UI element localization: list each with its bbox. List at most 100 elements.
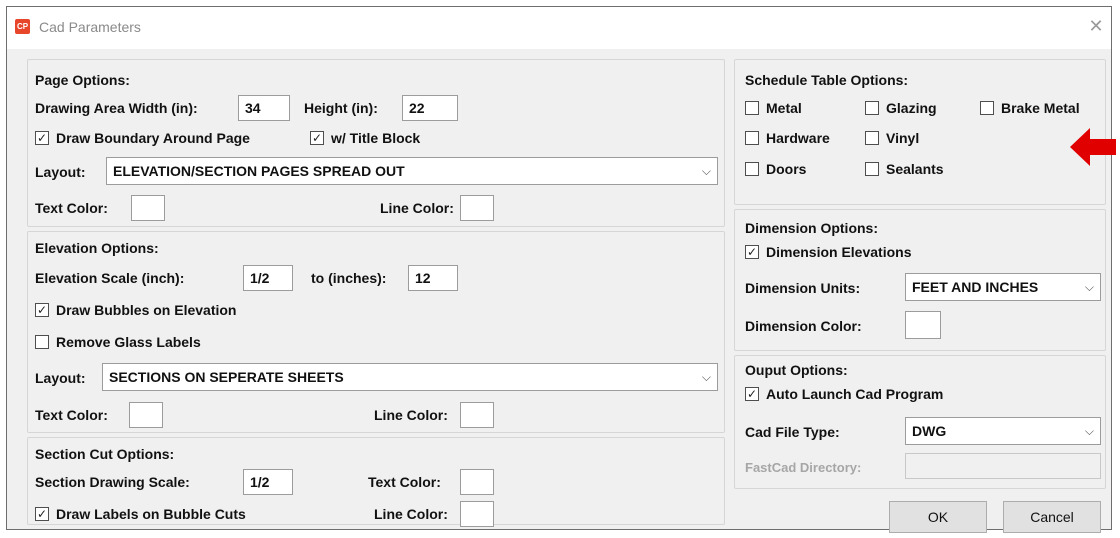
to-inches-input[interactable]: 12	[408, 265, 458, 291]
schedule-vinyl-checkbox[interactable]: Vinyl	[865, 130, 919, 146]
checkbox-box	[745, 162, 759, 176]
schedule-table-options-heading: Schedule Table Options:	[745, 72, 909, 88]
elevation-text-color-label: Text Color:	[35, 407, 108, 423]
cad-file-type-label: Cad File Type:	[745, 424, 840, 440]
section-text-color-label: Text Color:	[368, 474, 441, 490]
checkbox-box: ✓	[35, 303, 49, 317]
drawing-width-input[interactable]: 34	[238, 95, 290, 121]
cad-file-type-select[interactable]: DWG ⌵	[905, 417, 1101, 445]
section-scale-input[interactable]: 1/2	[243, 469, 293, 495]
title-bar: CP Cad Parameters ✕	[7, 7, 1111, 49]
dimension-color-swatch[interactable]	[905, 311, 941, 339]
remove-glass-labels-checkbox[interactable]: Remove Glass Labels	[35, 334, 201, 350]
schedule-vinyl-label: Vinyl	[886, 130, 920, 146]
page-layout-label: Layout:	[35, 164, 86, 180]
checkbox-box	[980, 101, 994, 115]
dimension-elevations-checkbox[interactable]: ✓ Dimension Elevations	[745, 244, 911, 260]
elevation-options-heading: Elevation Options:	[35, 240, 159, 256]
checkbox-box	[865, 162, 879, 176]
chevron-down-icon: ⌵	[701, 164, 711, 178]
draw-labels-bubble-cuts-checkbox[interactable]: ✓ Draw Labels on Bubble Cuts	[35, 506, 246, 522]
schedule-brake-metal-label: Brake Metal	[1001, 100, 1080, 116]
height-label: Height (in):	[304, 100, 378, 116]
page-line-color-label: Line Color:	[380, 200, 454, 216]
page-text-color-swatch[interactable]	[131, 195, 165, 221]
auto-launch-label: Auto Launch Cad Program	[766, 386, 944, 402]
draw-boundary-checkbox[interactable]: ✓ Draw Boundary Around Page	[35, 130, 250, 146]
schedule-sealants-label: Sealants	[886, 161, 944, 177]
schedule-glazing-checkbox[interactable]: Glazing	[865, 100, 937, 116]
schedule-brake-metal-checkbox[interactable]: Brake Metal	[980, 100, 1080, 116]
page-options-group: Page Options: Drawing Area Width (in): 3…	[27, 59, 725, 227]
remove-glass-labels-label: Remove Glass Labels	[56, 334, 201, 350]
checkbox-box	[745, 131, 759, 145]
chevron-down-icon: ⌵	[1084, 280, 1094, 294]
chevron-down-icon: ⌵	[1084, 424, 1094, 438]
dimension-options-group: Dimension Options: ✓ Dimension Elevation…	[734, 209, 1106, 351]
schedule-sealants-checkbox[interactable]: Sealants	[865, 161, 944, 177]
fastcad-directory-input[interactable]	[905, 453, 1101, 479]
window-title: Cad Parameters	[39, 19, 141, 35]
section-scale-label: Section Drawing Scale:	[35, 474, 190, 490]
draw-labels-bubble-cuts-label: Draw Labels on Bubble Cuts	[56, 506, 246, 522]
checkbox-box: ✓	[35, 507, 49, 521]
page-text-color-label: Text Color:	[35, 200, 108, 216]
elevation-line-color-swatch[interactable]	[460, 402, 494, 428]
elevation-text-color-swatch[interactable]	[129, 402, 163, 428]
schedule-metal-label: Metal	[766, 100, 802, 116]
elevation-layout-label: Layout:	[35, 370, 86, 386]
page-layout-value: ELEVATION/SECTION PAGES SPREAD OUT	[113, 163, 405, 179]
draw-boundary-label: Draw Boundary Around Page	[56, 130, 250, 146]
schedule-metal-checkbox[interactable]: Metal	[745, 100, 802, 116]
height-input[interactable]: 22	[402, 95, 458, 121]
output-options-group: Ouput Options: ✓ Auto Launch Cad Program…	[734, 355, 1106, 489]
elevation-line-color-label: Line Color:	[374, 407, 448, 423]
schedule-doors-label: Doors	[766, 161, 807, 177]
checkbox-box	[865, 131, 879, 145]
section-text-color-swatch[interactable]	[460, 469, 494, 495]
ok-button[interactable]: OK	[889, 501, 987, 533]
cad-file-type-value: DWG	[912, 423, 947, 439]
page-layout-select[interactable]: ELEVATION/SECTION PAGES SPREAD OUT ⌵	[106, 157, 718, 185]
chevron-down-icon: ⌵	[701, 370, 711, 384]
checkbox-box	[35, 335, 49, 349]
schedule-table-options-group: Schedule Table Options: Metal Glazing Br…	[734, 59, 1106, 205]
elevation-layout-value: SECTIONS ON SEPERATE SHEETS	[109, 369, 344, 385]
draw-bubbles-label: Draw Bubbles on Elevation	[56, 302, 237, 318]
checkbox-box: ✓	[35, 131, 49, 145]
auto-launch-checkbox[interactable]: ✓ Auto Launch Cad Program	[745, 386, 943, 402]
drawing-width-label: Drawing Area Width (in):	[35, 100, 198, 116]
close-icon[interactable]: ✕	[1085, 15, 1107, 37]
schedule-glazing-label: Glazing	[886, 100, 937, 116]
dimension-options-heading: Dimension Options:	[745, 220, 878, 236]
checkbox-box: ✓	[310, 131, 324, 145]
cancel-button[interactable]: Cancel	[1003, 501, 1101, 533]
red-arrow-annotation	[1070, 128, 1116, 166]
section-cut-options-heading: Section Cut Options:	[35, 446, 175, 462]
title-block-label: w/ Title Block	[331, 130, 421, 146]
app-icon: CP	[15, 19, 30, 34]
section-line-color-swatch[interactable]	[460, 501, 494, 527]
checkbox-box	[865, 101, 879, 115]
elevation-scale-input[interactable]: 1/2	[243, 265, 293, 291]
dimension-units-label: Dimension Units:	[745, 280, 861, 296]
dimension-color-label: Dimension Color:	[745, 318, 862, 334]
to-inches-label: to (inches):	[311, 270, 387, 286]
elevation-layout-select[interactable]: SECTIONS ON SEPERATE SHEETS ⌵	[102, 363, 718, 391]
arrow-shape	[1070, 128, 1116, 166]
dimension-elevations-label: Dimension Elevations	[766, 244, 912, 260]
schedule-doors-checkbox[interactable]: Doors	[745, 161, 806, 177]
checkbox-box: ✓	[745, 245, 759, 259]
section-line-color-label: Line Color:	[374, 506, 448, 522]
dimension-units-select[interactable]: FEET AND INCHES ⌵	[905, 273, 1101, 301]
page-line-color-swatch[interactable]	[460, 195, 494, 221]
fastcad-directory-label: FastCad Directory:	[745, 460, 862, 475]
checkbox-box: ✓	[745, 387, 759, 401]
schedule-hardware-checkbox[interactable]: Hardware	[745, 130, 830, 146]
title-block-checkbox[interactable]: ✓ w/ Title Block	[310, 130, 420, 146]
cad-parameters-dialog: CP Cad Parameters ✕ Page Options: Drawin…	[6, 6, 1112, 533]
output-options-heading: Ouput Options:	[745, 362, 848, 378]
draw-bubbles-checkbox[interactable]: ✓ Draw Bubbles on Elevation	[35, 302, 236, 318]
elevation-scale-label: Elevation Scale (inch):	[35, 270, 185, 286]
section-cut-options-group: Section Cut Options: Section Drawing Sca…	[27, 437, 725, 527]
